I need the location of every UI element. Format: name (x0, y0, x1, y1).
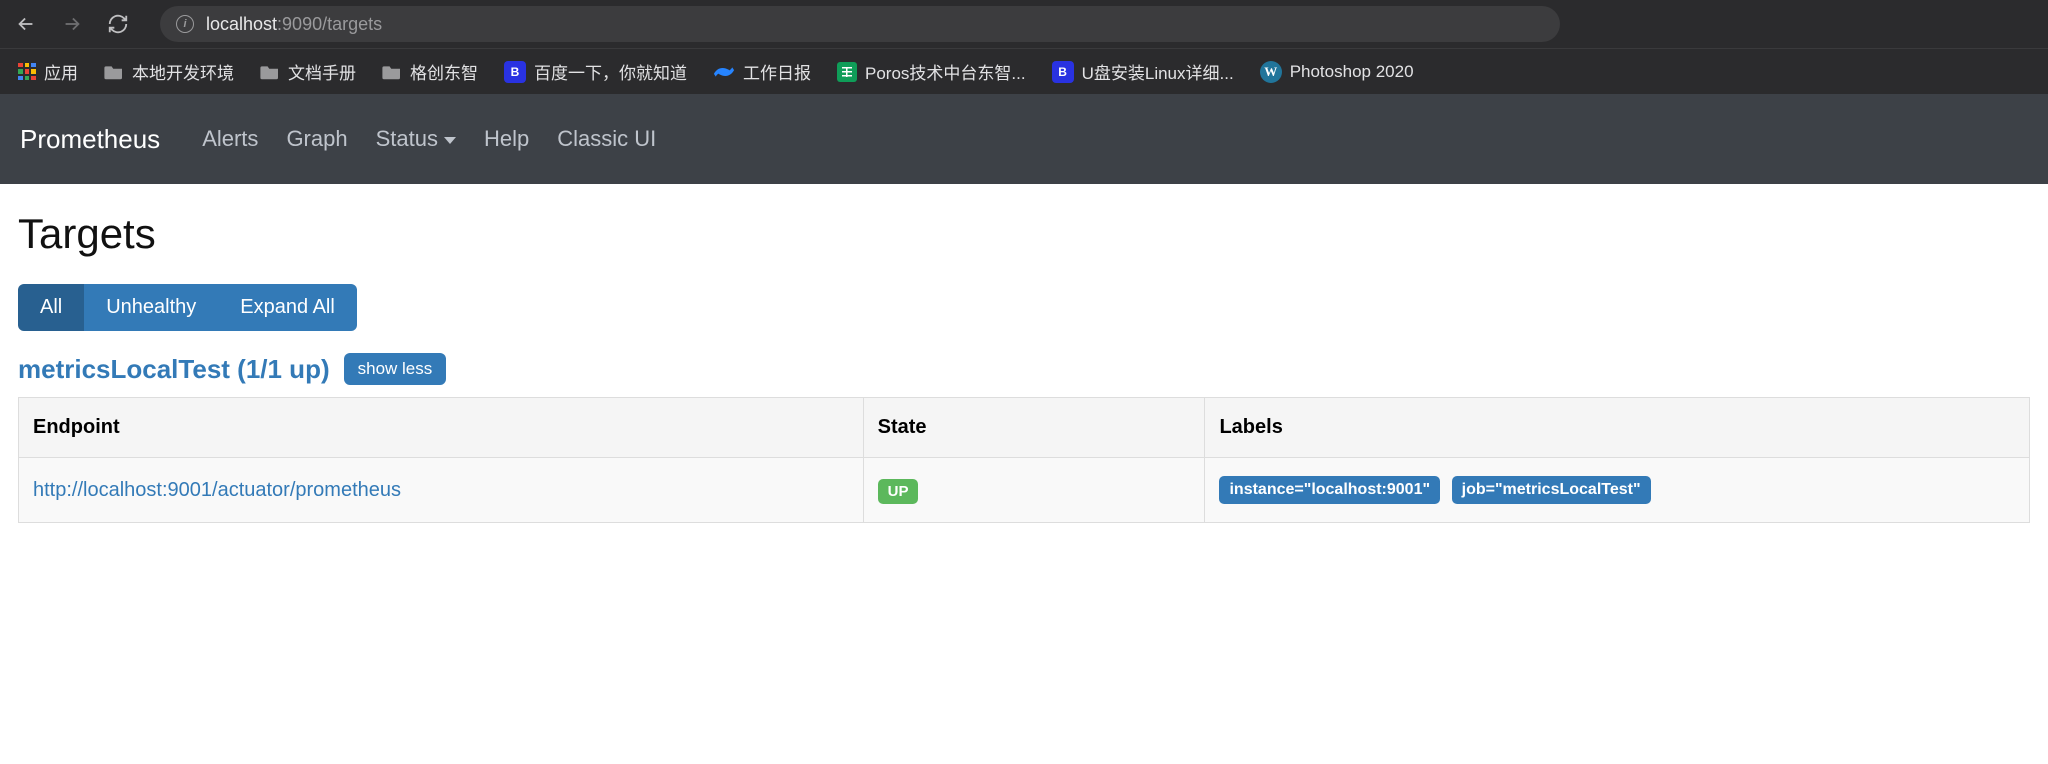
bookmark-local-dev[interactable]: 本地开发环境 (104, 59, 234, 84)
bookmark-photoshop[interactable]: W Photoshop 2020 (1260, 61, 1414, 83)
bookmarks-bar: 应用 本地开发环境 文档手册 格创东智 B 百度一下，你就知道 工作日报 Por… (0, 48, 2048, 94)
url-host: localhost (206, 14, 277, 35)
reload-icon (107, 13, 129, 35)
col-labels: Labels (1205, 398, 2030, 458)
bookmark-work-log[interactable]: 工作日报 (713, 59, 811, 84)
show-less-button[interactable]: show less (344, 353, 447, 385)
endpoint-link[interactable]: http://localhost:9001/actuator/prometheu… (33, 479, 401, 501)
nav-graph[interactable]: Graph (286, 126, 347, 152)
nav-classic-ui[interactable]: Classic UI (557, 126, 656, 152)
wordpress-icon: W (1260, 61, 1282, 83)
bookmark-label: 工作日报 (743, 59, 811, 84)
bookmark-label: 应用 (44, 59, 78, 84)
labels-cell: instance="localhost:9001" job="metricsLo… (1205, 458, 2030, 523)
page-title: Targets (18, 210, 2030, 258)
bookmark-baidu[interactable]: B 百度一下，你就知道 (504, 59, 687, 84)
table-row: http://localhost:9001/actuator/prometheu… (19, 458, 2030, 523)
bookmark-label: Photoshop 2020 (1290, 62, 1414, 82)
baidu-icon: B (504, 61, 526, 83)
folder-icon (104, 64, 124, 80)
app-navbar: Prometheus Alerts Graph Status Help Clas… (0, 94, 2048, 184)
url-path: :9090/targets (277, 14, 382, 35)
site-info-icon[interactable]: i (176, 15, 194, 33)
reload-button[interactable] (104, 10, 132, 38)
bookmark-docs[interactable]: 文档手册 (260, 59, 356, 84)
label-pill: instance="localhost:9001" (1219, 476, 1440, 504)
pool-header: metricsLocalTest (1/1 up) show less (18, 353, 2030, 385)
filter-button-group: All Unhealthy Expand All (18, 284, 357, 331)
table-header-row: Endpoint State Labels (19, 398, 2030, 458)
chevron-down-icon (444, 137, 456, 144)
bookmark-label: 百度一下，你就知道 (534, 59, 687, 84)
bookmark-gcdz[interactable]: 格创东智 (382, 59, 478, 84)
back-button[interactable] (12, 10, 40, 38)
bookmark-label: Poros技术中台东智... (865, 59, 1026, 84)
folder-icon (382, 64, 402, 80)
bookmark-label: 格创东智 (410, 59, 478, 84)
browser-toolbar: i localhost:9090/targets (0, 0, 2048, 48)
col-endpoint: Endpoint (19, 398, 864, 458)
nav-status[interactable]: Status (376, 126, 456, 152)
filter-unhealthy-button[interactable]: Unhealthy (84, 284, 218, 331)
forward-button[interactable] (58, 10, 86, 38)
targets-table: Endpoint State Labels http://localhost:9… (18, 397, 2030, 523)
baidu-icon: B (1052, 61, 1074, 83)
bookmark-apps[interactable]: 应用 (18, 59, 78, 84)
pool-name[interactable]: metricsLocalTest (1/1 up) (18, 354, 330, 385)
url-display: localhost:9090/targets (206, 14, 382, 35)
filter-all-button[interactable]: All (18, 284, 84, 331)
bookmark-label: U盘安装Linux详细... (1082, 59, 1234, 84)
address-bar[interactable]: i localhost:9090/targets (160, 6, 1560, 42)
col-state: State (863, 398, 1205, 458)
bookmark-label: 文档手册 (288, 59, 356, 84)
bookmark-label: 本地开发环境 (132, 59, 234, 84)
state-badge: UP (878, 479, 919, 504)
label-pill: job="metricsLocalTest" (1452, 476, 1651, 504)
bookmark-usb-linux[interactable]: B U盘安装Linux详细... (1052, 59, 1234, 84)
brand-logo[interactable]: Prometheus (20, 124, 160, 155)
apps-icon (18, 63, 36, 81)
nav-help[interactable]: Help (484, 126, 529, 152)
bookmark-poros[interactable]: Poros技术中台东智... (837, 59, 1026, 84)
arrow-right-icon (61, 13, 83, 35)
folder-icon (260, 64, 280, 80)
arrow-left-icon (15, 13, 37, 35)
confluence-icon (713, 61, 735, 83)
nav-alerts[interactable]: Alerts (202, 126, 258, 152)
sheets-icon (837, 62, 857, 82)
expand-all-button[interactable]: Expand All (218, 284, 357, 331)
page-content: Targets All Unhealthy Expand All metrics… (0, 184, 2048, 549)
